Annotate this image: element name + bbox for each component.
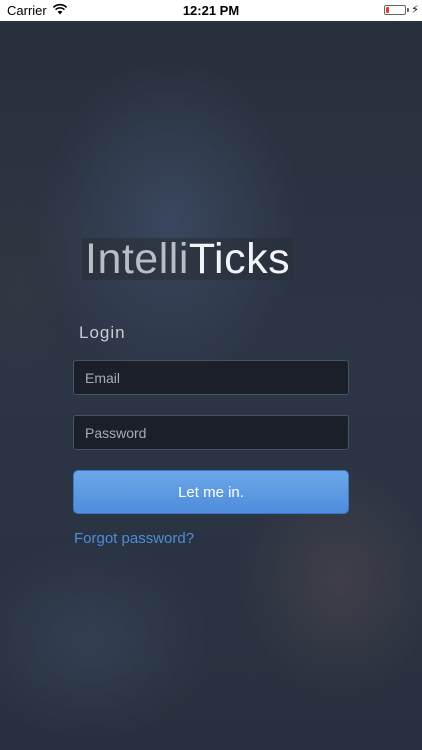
charging-bolt-icon: ⚡︎ [411, 4, 419, 16]
battery-tip [407, 8, 409, 12]
login-button-label: Let me in. [178, 483, 244, 501]
login-content: IntelliTicks Login Email Password Let me… [0, 0, 422, 750]
logo-light-text: Intelli [85, 235, 189, 283]
email-placeholder: Email [85, 369, 121, 386]
password-placeholder: Password [85, 424, 147, 441]
battery-icon [384, 5, 406, 15]
login-screen: Carrier 12:21 PM ⚡︎ IntelliTicks Login E… [0, 0, 422, 750]
password-field[interactable]: Password [73, 415, 349, 450]
battery-level-fill [386, 7, 389, 13]
login-button[interactable]: Let me in. [73, 470, 349, 514]
forgot-password-link[interactable]: Forgot password? [74, 530, 194, 547]
login-title: Login [79, 323, 126, 342]
logo-bold-text: Ticks [188, 235, 291, 283]
status-time: 12:21 PM [182, 3, 240, 18]
email-field[interactable]: Email [73, 360, 349, 395]
status-bar: Carrier 12:21 PM ⚡︎ [0, 0, 422, 21]
app-logo: IntelliTicks [82, 235, 294, 283]
